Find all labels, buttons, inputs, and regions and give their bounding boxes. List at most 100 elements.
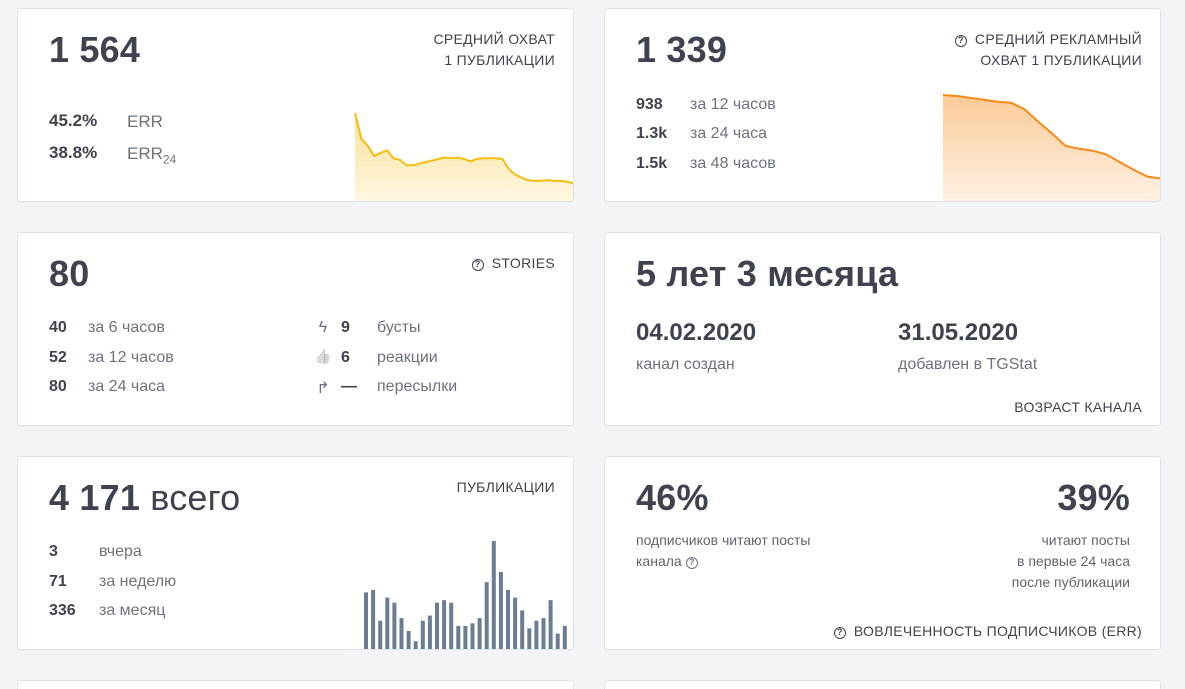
- caption-text: ВОВЛЕЧЕННОСТЬ ПОДПИСЧИКОВ (ERR): [853, 623, 1142, 639]
- publications-bar: [513, 597, 518, 649]
- avg-ad-reach-card: 1 339 ? СРЕДНИЙ РЕКЛАМНЫЙ ОХВАТ 1 ПУБЛИКА…: [604, 8, 1161, 202]
- engagement-card: 46% 39% подписчиков читают посты канала?…: [604, 456, 1161, 650]
- publications-row-label: за месяц: [99, 602, 166, 619]
- boosts-label: бусты: [377, 319, 421, 336]
- created-label: канал создан: [636, 356, 735, 373]
- ad-reach-row-value: 938: [636, 96, 663, 113]
- publications-bar: [491, 541, 496, 649]
- stories-row-value: 40: [49, 319, 67, 336]
- publications-total: 4 171 всего: [49, 477, 240, 519]
- stories-row-label: за 12 часов: [88, 349, 174, 366]
- avg-reach-caption: СРЕДНИЙ ОХВАТ 1 ПУБЛИКАЦИИ: [433, 29, 555, 71]
- stories-value: 80: [49, 253, 90, 294]
- publications-bar: [392, 602, 397, 649]
- publications-bar: [562, 625, 567, 649]
- added-label: добавлен в TGStat: [898, 356, 1038, 373]
- publications-bar: [385, 597, 390, 649]
- avg-ad-reach-value: 1 339: [636, 29, 728, 70]
- err-value: 45.2%: [49, 111, 98, 130]
- caption-line: СРЕДНИЙ ОХВАТ: [433, 31, 555, 47]
- thumbs-up-icon: 👍: [314, 348, 332, 364]
- reactions-value: 6: [341, 349, 350, 366]
- stories-row-value: 52: [49, 349, 67, 366]
- engagement-left-value: 46%: [636, 477, 709, 518]
- lightning-icon: ϟ: [318, 319, 328, 336]
- caption-line: 1 ПУБЛИКАЦИИ: [444, 52, 555, 68]
- publications-bar: [378, 620, 383, 649]
- stories-row-value: 80: [49, 378, 67, 395]
- publications-bar-chart: [364, 541, 567, 649]
- publications-bar: [364, 592, 368, 649]
- ad-reach-row-label: за 24 часа: [690, 125, 768, 142]
- err24-subscript: 24: [162, 152, 177, 167]
- text-line: канала?: [636, 551, 810, 572]
- channel-age-caption: ВОЗРАСТ КАНАЛА: [1014, 399, 1142, 415]
- forwards-label: пересылки: [377, 378, 458, 395]
- publications-row-value: 336: [49, 602, 76, 619]
- text-line: в первые 24 часа: [1017, 553, 1130, 569]
- text-line: подписчиков читают посты: [636, 532, 811, 548]
- publications-row-label: за неделю: [99, 573, 177, 590]
- text-line: после публикации: [1011, 574, 1130, 590]
- share-arrow-icon: ↱: [316, 380, 330, 397]
- stories-card: 80 ? STORIES 40 за 6 часов 52 за 12 часов…: [17, 232, 574, 426]
- text-line: читают посты: [1041, 532, 1131, 548]
- ad-reach-row-value: 1.3k: [636, 125, 668, 142]
- publications-bar: [498, 571, 503, 649]
- publications-bar: [371, 589, 376, 649]
- publications-bar: [534, 620, 539, 649]
- engagement-right-text: читают посты в первые 24 часа после публ…: [1012, 530, 1130, 593]
- publications-bar: [413, 641, 418, 649]
- help-icon[interactable]: ?: [833, 627, 846, 639]
- next-card-right: [604, 680, 1161, 689]
- publications-bar: [442, 600, 447, 649]
- publications-bar: [435, 602, 439, 649]
- publications-bar: [548, 600, 553, 649]
- ad-reach-sparkline: [942, 94, 1160, 201]
- publications-bar: [520, 610, 525, 649]
- avg-ad-reach-caption[interactable]: ? СРЕДНИЙ РЕКЛАМНЫЙ ОХВАТ 1 ПУБЛИКАЦИИ: [954, 29, 1142, 71]
- added-date: 31.05.2020: [898, 319, 1019, 346]
- ad-reach-row-label: за 48 часов: [690, 155, 776, 172]
- ad-reach-series-area: [943, 95, 1160, 201]
- reach-series-area: [355, 113, 573, 201]
- publications-bar: [463, 625, 468, 649]
- publications-bar: [506, 589, 510, 649]
- engagement-left-text: подписчиков читают посты канала?: [636, 530, 810, 572]
- publications-row-value: 71: [49, 573, 67, 590]
- avg-reach-value: 1 564: [49, 29, 141, 70]
- reach-sparkline: [354, 112, 573, 201]
- publications-bar: [449, 602, 454, 649]
- channel-age-card: 5 лет 3 месяца 04.02.2020 канал создан 3…: [604, 232, 1161, 426]
- ad-reach-row-value: 1.5k: [636, 155, 668, 172]
- help-icon[interactable]: ?: [954, 35, 967, 47]
- publications-row-label: вчера: [99, 543, 142, 560]
- publications-row-value: 3: [49, 543, 58, 560]
- caption-line: ОХВАТ 1 ПУБЛИКАЦИИ: [980, 52, 1142, 68]
- engagement-caption[interactable]: ? ВОВЛЕЧЕННОСТЬ ПОДПИСЧИКОВ (ERR): [833, 621, 1142, 642]
- publications-bar: [420, 620, 425, 649]
- forwards-value: —: [341, 378, 357, 395]
- next-card-left: [17, 680, 574, 689]
- help-icon[interactable]: ?: [471, 259, 484, 271]
- publications-bar: [477, 618, 482, 649]
- publications-bar: [484, 582, 489, 649]
- engagement-right-value: 39%: [1057, 477, 1130, 518]
- caption-line: ? СРЕДНИЙ РЕКЛАМНЫЙ: [954, 29, 1142, 50]
- caption-text: СРЕДНИЙ РЕКЛАМНЫЙ: [974, 31, 1142, 47]
- reactions-label: реакции: [377, 349, 438, 366]
- created-date: 04.02.2020: [636, 319, 757, 346]
- ad-reach-row-label: за 12 часов: [690, 96, 776, 113]
- channel-age-value: 5 лет 3 месяца: [636, 253, 899, 294]
- stories-caption[interactable]: ? STORIES: [471, 253, 555, 274]
- publications-bar: [541, 618, 546, 649]
- publications-bar: [527, 628, 532, 649]
- publications-bar: [456, 625, 461, 649]
- publications-bar: [470, 623, 475, 649]
- help-icon[interactable]: ?: [685, 557, 698, 569]
- publications-bar: [555, 633, 560, 649]
- publications-bar: [406, 631, 411, 649]
- avg-reach-card: 1 564 СРЕДНИЙ ОХВАТ 1 ПУБЛИКАЦИИ 45.2% E…: [17, 8, 574, 202]
- err24-text: ERR: [127, 144, 163, 163]
- boosts-value: 9: [341, 319, 350, 336]
